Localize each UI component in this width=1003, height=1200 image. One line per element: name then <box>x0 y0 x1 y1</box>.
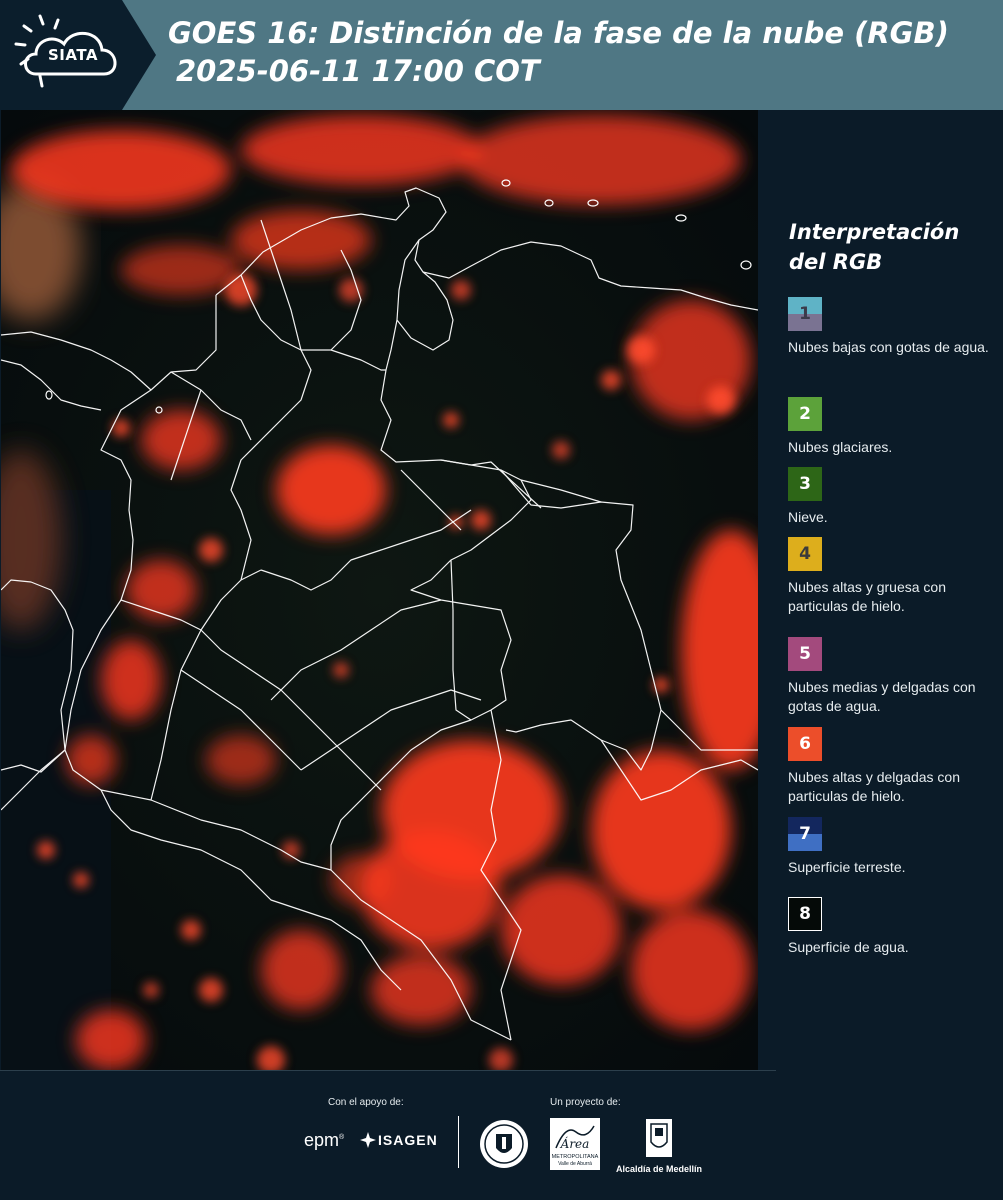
legend-swatch-number: 2 <box>799 404 811 424</box>
legend-item: 7 Superficie terreste. <box>788 817 1003 877</box>
area-logo-sub: METROPOLITANA <box>552 1154 599 1160</box>
legend-swatch: 6 <box>788 727 822 761</box>
legend-swatch-number: 8 <box>799 904 811 924</box>
footer-vertical-divider <box>458 1116 459 1168</box>
medellin-shield-icon <box>646 1119 672 1157</box>
legend-title: Interpretación del RGB <box>789 220 960 274</box>
legend-item-label: Superficie de agua. <box>788 939 909 955</box>
legend-swatch: 2 <box>788 397 822 431</box>
alcaldia-logo: Alcaldía de Medellín <box>614 1118 704 1174</box>
isagen-logo-text: ISAGEN <box>378 1132 438 1148</box>
satellite-map <box>1 110 758 1070</box>
legend-swatch: 5 <box>788 637 822 671</box>
alcaldia-text: Alcaldía de Medellín <box>615 1164 703 1174</box>
title-line-2: 2025-06-11 17:00 COT <box>176 54 540 88</box>
legend-item-label: Nubes bajas con gotas de agua. <box>788 339 989 355</box>
legend-item-label: Nubes altas y gruesa con particulas de h… <box>788 579 946 614</box>
legend-swatch: 4 <box>788 537 822 571</box>
seal-icon <box>480 1120 528 1168</box>
legend-swatch-number: 6 <box>799 734 811 754</box>
legend-item: 5 Nubes medias y delgadas con gotas de ag… <box>788 637 1003 716</box>
isagen-logo: ISAGEN <box>360 1132 438 1148</box>
legend-item-label: Nubes glaciares. <box>788 439 893 455</box>
area-metropolitana-logo-icon: Área METROPOLITANA Valle de Aburrá <box>550 1118 600 1170</box>
legend-panel: Interpretación del RGB 1 Nubes bajas con … <box>760 110 1003 1070</box>
legend-swatch: 3 <box>788 467 822 501</box>
logo-text: SIATA <box>48 46 99 64</box>
legend-swatch-number: 4 <box>799 544 811 564</box>
legend-swatch: 7 <box>788 817 822 851</box>
epm-logo-text: epm <box>304 1130 340 1150</box>
legend-swatch: 8 <box>788 897 822 931</box>
legend-swatch-number: 7 <box>799 824 811 844</box>
legend-item-label: Superficie terreste. <box>788 859 906 875</box>
legend-item: 1 Nubes bajas con gotas de agua. <box>788 297 1003 357</box>
legend-item: 3 Nieve. <box>788 467 1003 527</box>
legend-item: 6 Nubes altas y delgadas con particulas d… <box>788 727 1003 806</box>
legend-item-label: Nubes altas y delgadas con particulas de… <box>788 769 960 804</box>
legend-item-label: Nubes medias y delgadas con gotas de agu… <box>788 679 976 714</box>
area-logo-sub2: Valle de Aburrá <box>558 1161 592 1167</box>
project-label: Un proyecto de: <box>550 1097 621 1108</box>
legend-swatch-number: 3 <box>799 474 811 494</box>
legend-item: 2 Nubes glaciares. <box>788 397 1003 457</box>
area-logo-text: Área <box>560 1136 590 1151</box>
legend-swatch: 1 <box>788 297 822 331</box>
header: SIATA GOES 16: Distinción de la fase de … <box>0 0 1003 110</box>
page-title: GOES 16: Distinción de la fase de la nub… <box>168 14 988 90</box>
legend-item-label: Nieve. <box>788 509 828 525</box>
legend-swatch-number: 1 <box>799 304 811 324</box>
satellite-image <box>1 110 758 1070</box>
footer-divider-line <box>0 1070 776 1071</box>
legend-item: 4 Nubes altas y gruesa con particulas de … <box>788 537 1003 616</box>
title-line-1: GOES 16: Distinción de la fase de la nub… <box>168 16 949 50</box>
logo-box: SIATA <box>0 0 122 110</box>
epm-logo: epm® <box>304 1130 345 1150</box>
legend-swatch-number: 5 <box>799 644 811 664</box>
support-label: Con el apoyo de: <box>328 1097 404 1108</box>
legend-item: 8 Superficie de agua. <box>788 897 1003 957</box>
logo-arrow <box>122 0 156 110</box>
footer: Con el apoyo de: Un proyecto de: epm® IS… <box>0 1070 1003 1200</box>
isagen-mark-icon <box>360 1132 376 1148</box>
